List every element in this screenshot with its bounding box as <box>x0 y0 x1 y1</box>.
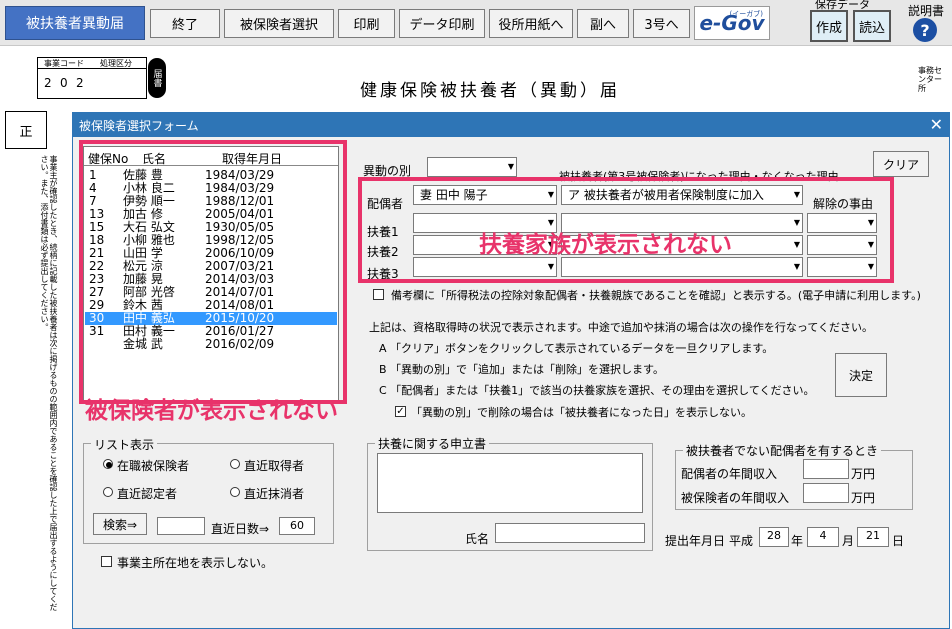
code-digit-1: 2 <box>44 76 52 90</box>
spouse-income-unit: 万円 <box>851 467 876 481</box>
sub-form-button[interactable]: 副へ <box>577 9 629 38</box>
submit-day-input[interactable]: 21 <box>857 527 889 547</box>
form-title-button[interactable]: 被扶養者異動届 <box>5 6 145 40</box>
radio-recent-removed[interactable] <box>230 487 240 497</box>
days-label: 直近日数⇒ <box>211 522 270 536</box>
submit-year-input[interactable]: 28 <box>759 527 789 547</box>
dialog-titlebar: 被保険者選択フォーム <box>73 113 949 137</box>
days-blank-input[interactable] <box>157 517 205 535</box>
office-label: 事務センター所 <box>918 66 942 93</box>
radio-recent-acquired-label: 直近取得者 <box>244 459 305 473</box>
dependents-missing-annotation: 扶養家族が表示されない <box>479 232 732 258</box>
instruction-b: B 「異動の別」で「追加」または「削除」を選択します。 <box>379 363 664 376</box>
note-checkbox[interactable] <box>373 289 384 300</box>
code-box: 事業コード 処理区分 2 0 2 <box>37 57 147 99</box>
egov-sub-label: (イーガブ) <box>729 10 763 18</box>
code-divider <box>38 68 146 69</box>
statement-textarea[interactable] <box>377 453 643 513</box>
radio-employed[interactable] <box>103 459 113 469</box>
radio-recent-acquired[interactable] <box>230 459 240 469</box>
egov-logo-button[interactable]: e-Gov (イーガブ) <box>694 6 770 40</box>
submit-month-input[interactable]: 4 <box>807 527 839 547</box>
code-digit-3: 2 <box>76 76 84 90</box>
income-group-label: 被扶養者でない配偶者を有するとき <box>683 442 882 459</box>
day-unit: 日 <box>892 534 905 548</box>
search-button[interactable]: 検索⇒ <box>93 513 147 535</box>
radio-recent-certified[interactable] <box>103 487 113 497</box>
name-input[interactable] <box>495 523 645 543</box>
original-mark: 正 <box>5 111 47 149</box>
insured-income-unit: 万円 <box>851 491 876 505</box>
insured-income-input[interactable] <box>803 483 849 503</box>
help-icon[interactable]: ? <box>913 18 937 42</box>
insured-missing-annotation: 被保険者が表示されない <box>85 398 338 424</box>
insured-list-highlight <box>79 140 347 404</box>
list-display-label: リスト表示 <box>91 436 158 453</box>
month-unit: 月 <box>842 534 855 548</box>
idou-select[interactable] <box>427 157 517 177</box>
hide-address-label: 事業主所在地を表示しない。 <box>117 556 274 570</box>
days-input[interactable]: 60 <box>279 517 315 535</box>
era-label: 平成 <box>729 534 754 548</box>
radio-employed-label: 在職被保険者 <box>117 459 190 473</box>
instruction-intro: 上記は、資格取得時の状況で表示されます。中途で追加や抹消の場合は次の操作を行なっ… <box>369 321 874 334</box>
office-form-button[interactable]: 役所用紙へ <box>489 9 573 38</box>
insured-income-label: 被保険者の年間収入 <box>681 491 790 505</box>
spouse-income-input[interactable] <box>803 459 849 479</box>
code-digit-2: 0 <box>60 76 68 90</box>
name-label: 氏名 <box>465 532 490 546</box>
dialog-title: 被保険者選択フォーム <box>79 118 199 133</box>
vertical-note: 事業主が確認したとき、続柄に記載した被扶養者は次に掲げるものの範囲内であることを… <box>40 155 58 611</box>
clear-button[interactable]: クリア <box>873 151 929 177</box>
radio-recent-certified-label: 直近認定者 <box>117 487 178 501</box>
select-insured-dialog: 被保険者選択フォーム ✕ 健保No 氏名 取得年月日 1 佐藤 豊 1984/03/… <box>72 112 950 629</box>
year-unit: 年 <box>791 534 804 548</box>
form3-button[interactable]: 3号へ <box>633 9 690 38</box>
stamp-badge: 届書 <box>148 58 166 98</box>
print-button[interactable]: 印刷 <box>338 9 395 38</box>
load-button[interactable]: 読込 <box>853 10 891 42</box>
hide-address-checkbox[interactable] <box>101 556 112 567</box>
create-button[interactable]: 作成 <box>810 10 848 42</box>
document-title: 健康保険被扶養者（異動）届 <box>360 81 620 101</box>
submit-date-label: 提出年月日 <box>665 534 726 548</box>
instruction-a: A 「クリア」ボタンをクリックして表示されているデータを一旦クリアします。 <box>379 342 774 355</box>
instruction-c: C 「配偶者」または「扶養1」で該当の扶養家族を選択、その理由を選択してください… <box>379 384 815 397</box>
select-insured-button[interactable]: 被保険者選択 <box>224 9 334 38</box>
close-icon[interactable]: ✕ <box>930 115 943 134</box>
decide-button[interactable]: 決定 <box>835 353 887 397</box>
spouse-income-label: 配偶者の年間収入 <box>681 467 778 481</box>
delete-note-checkbox[interactable]: ✓ <box>395 406 406 417</box>
radio-recent-removed-label: 直近抹消者 <box>244 487 305 501</box>
exit-button[interactable]: 終了 <box>150 9 220 38</box>
statement-label: 扶養に関する申立書 <box>375 435 490 452</box>
help-label: 説明書 <box>908 4 945 18</box>
delete-note-label: 「異動の別」で削除の場合は「被扶養者になった日」を表示しない。 <box>411 406 752 419</box>
note-checkbox-label: 備考欄に「所得税法の控除対象配偶者・扶養親族であることを確認」と表示する。(電子… <box>391 289 921 302</box>
data-print-button[interactable]: データ印刷 <box>399 9 485 38</box>
